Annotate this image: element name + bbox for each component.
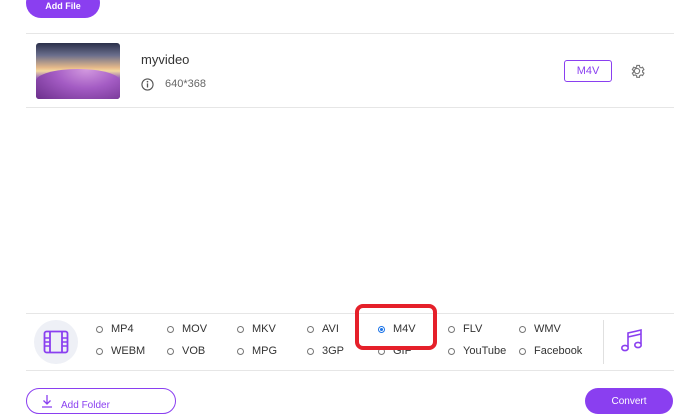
format-option-mkv[interactable]: MKV bbox=[237, 323, 276, 335]
gear-icon[interactable] bbox=[628, 62, 646, 80]
selection-highlight-box bbox=[355, 304, 437, 350]
film-icon bbox=[43, 330, 69, 354]
panel-separator bbox=[603, 320, 604, 364]
file-name: myvideo bbox=[141, 52, 190, 67]
format-panel: MP4 MOV MKV AVI M4V FLV WMV WEBM VOB MPG… bbox=[26, 314, 674, 370]
panel-bottom-divider bbox=[26, 370, 674, 371]
format-option-vob[interactable]: VOB bbox=[167, 345, 205, 357]
add-file-button[interactable]: Add File bbox=[26, 0, 100, 18]
info-icon[interactable] bbox=[141, 78, 154, 91]
radio-button[interactable] bbox=[237, 347, 244, 355]
format-option-flv[interactable]: FLV bbox=[448, 323, 482, 335]
convert-button[interactable]: Convert bbox=[585, 388, 673, 414]
download-icon bbox=[42, 395, 52, 408]
add-folder-button[interactable]: Add Folder bbox=[26, 388, 176, 414]
format-option-mov[interactable]: MOV bbox=[167, 323, 207, 335]
radio-button[interactable] bbox=[96, 347, 103, 355]
music-note-icon[interactable] bbox=[620, 328, 644, 354]
format-option-3gp[interactable]: 3GP bbox=[307, 345, 344, 357]
format-option-wmv[interactable]: WMV bbox=[519, 323, 561, 335]
radio-button[interactable] bbox=[448, 325, 455, 333]
radio-button[interactable] bbox=[519, 325, 526, 333]
radio-button[interactable] bbox=[307, 347, 314, 355]
radio-button[interactable] bbox=[448, 347, 455, 355]
format-option-facebook[interactable]: Facebook bbox=[519, 345, 582, 357]
format-option-mp4[interactable]: MP4 bbox=[96, 323, 134, 335]
video-thumbnail bbox=[36, 43, 120, 99]
radio-button[interactable] bbox=[96, 325, 103, 333]
format-option-webm[interactable]: WEBM bbox=[96, 345, 145, 357]
file-row: myvideo 640*368 M4V bbox=[26, 34, 674, 108]
video-format-tab[interactable] bbox=[34, 320, 78, 364]
radio-button[interactable] bbox=[519, 347, 526, 355]
format-option-mpg[interactable]: MPG bbox=[237, 345, 277, 357]
file-dimensions: 640*368 bbox=[165, 78, 206, 90]
output-format-button[interactable]: M4V bbox=[564, 60, 612, 82]
format-option-avi[interactable]: AVI bbox=[307, 323, 339, 335]
radio-button[interactable] bbox=[167, 347, 174, 355]
format-option-youtube[interactable]: YouTube bbox=[448, 345, 506, 357]
radio-button[interactable] bbox=[237, 325, 244, 333]
radio-button[interactable] bbox=[167, 325, 174, 333]
file-row-divider bbox=[26, 107, 674, 108]
radio-button[interactable] bbox=[307, 325, 314, 333]
